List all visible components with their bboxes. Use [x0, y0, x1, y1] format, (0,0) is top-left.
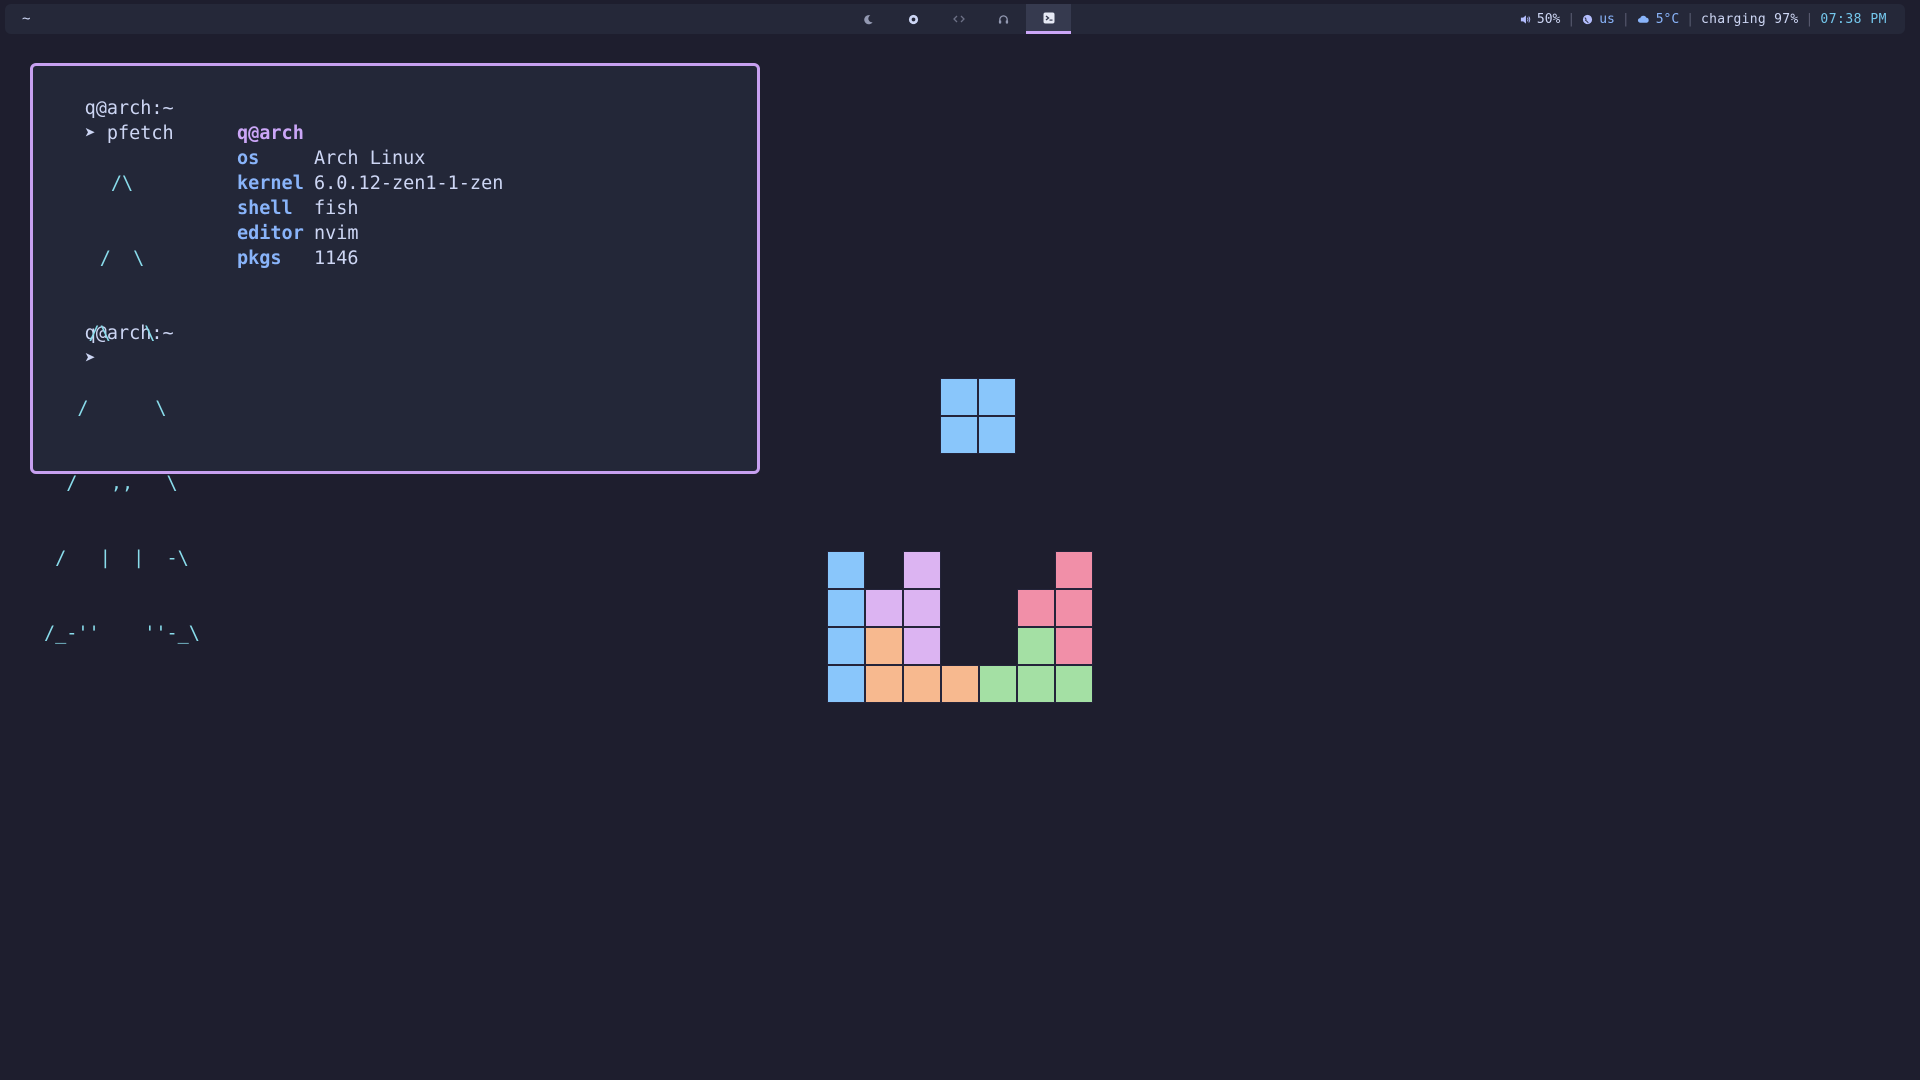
- tetris-block: [978, 416, 1016, 454]
- info-value: nvim: [314, 223, 359, 244]
- ascii-line: / \: [44, 248, 145, 269]
- system-info: q@arch os Arch Linux kernel 6.0.12-zen1-1-…: [237, 121, 503, 271]
- keyboard-layout[interactable]: us: [1599, 12, 1615, 27]
- tetris-block: [941, 665, 979, 703]
- tetris-block: [903, 551, 941, 589]
- info-value: 6.0.12-zen1-1-zen: [314, 173, 504, 194]
- workspace-1[interactable]: [846, 4, 891, 34]
- workspace-3[interactable]: [936, 4, 981, 34]
- info-value: Arch Linux: [314, 148, 426, 169]
- tetris-block: [1017, 589, 1055, 627]
- ascii-line: / ,, \: [44, 473, 178, 494]
- weather-temperature[interactable]: 5°C: [1656, 12, 1679, 27]
- tetris-block: [978, 378, 1016, 416]
- info-row-kernel: kernel 6.0.12-zen1-1-zen: [237, 171, 503, 196]
- info-key: pkgs: [237, 248, 282, 269]
- status-bar: ~ 50% | us | 5°C | charging 97% | 07:38 …: [5, 4, 1905, 34]
- tetris-block: [1055, 589, 1093, 627]
- info-row-editor: editor nvim: [237, 221, 503, 246]
- workspace-4[interactable]: [981, 4, 1026, 34]
- tetris-block: [865, 665, 903, 703]
- ascii-line: /_-'' ''-_\: [44, 623, 200, 644]
- terminal-window[interactable]: q@arch:~ ➤ pfetch /\ / \ /\ \ / \ / ,, \…: [30, 63, 760, 644]
- tetris-block: [903, 665, 941, 703]
- workspace-5[interactable]: [1026, 4, 1071, 34]
- headphones-icon: [998, 14, 1009, 24]
- info-key: kernel: [237, 173, 304, 194]
- tetris-block: [1055, 627, 1093, 665]
- tetris-block: [865, 589, 903, 627]
- tetris-block: [1017, 627, 1055, 665]
- separator: |: [1686, 11, 1695, 27]
- workspace-switcher: [846, 4, 1071, 34]
- tetris-block: [827, 589, 865, 627]
- arch-logo-ascii: /\ / \ /\ \ / \ / ,, \ / | | -\ /_-'' ''…: [44, 121, 200, 696]
- info-key: os: [237, 148, 260, 169]
- status-modules: 50% | us | 5°C | charging 97% | 07:38 PM: [1520, 4, 1887, 34]
- code-icon: [952, 15, 965, 23]
- pfetch-output: /\ / \ /\ \ / \ / ,, \ / | | -\ /_-'' ''…: [40, 121, 757, 644]
- volume-icon: [1520, 14, 1531, 25]
- volume-level[interactable]: 50%: [1537, 12, 1560, 27]
- info-row-shell: shell fish: [237, 196, 503, 221]
- tetris-block: [827, 551, 865, 589]
- ascii-line: /\ \: [44, 323, 156, 344]
- separator: |: [1621, 11, 1630, 27]
- tetris-block: [1055, 665, 1093, 703]
- tetris-block: [827, 665, 865, 703]
- separator: |: [1567, 11, 1576, 27]
- tetris-block: [865, 627, 903, 665]
- window-title: ~: [22, 11, 31, 27]
- tetris-block: [903, 589, 941, 627]
- prompt-line: q@arch:~: [40, 71, 757, 119]
- cloud-icon: [1637, 14, 1650, 24]
- terminal-icon: [1043, 12, 1054, 23]
- tetris-block: [1017, 665, 1055, 703]
- info-value: 1146: [314, 248, 359, 269]
- ascii-line: / \: [44, 398, 167, 419]
- battery-status[interactable]: charging 97%: [1701, 12, 1799, 27]
- tetris-block: [940, 416, 978, 454]
- globe-icon: [1582, 14, 1593, 25]
- info-key: editor: [237, 223, 304, 244]
- clock[interactable]: 07:38 PM: [1820, 12, 1887, 27]
- tetris-block: [1055, 551, 1093, 589]
- moon-icon: [864, 14, 873, 24]
- separator: |: [1805, 11, 1814, 27]
- fetch-host: q@arch: [237, 123, 304, 144]
- ascii-line: /\: [44, 173, 134, 194]
- prompt-path: :~: [151, 98, 174, 119]
- record-icon: [908, 14, 919, 24]
- info-row-pkgs: pkgs 1146: [237, 246, 503, 271]
- info-key: shell: [237, 198, 293, 219]
- ascii-line: / | | -\: [44, 548, 189, 569]
- tetris-block: [940, 378, 978, 416]
- info-row-os: os Arch Linux: [237, 146, 503, 171]
- tetris-block: [903, 627, 941, 665]
- tetris-block: [827, 627, 865, 665]
- prompt-user: q@arch: [84, 98, 152, 119]
- info-value: fish: [314, 198, 359, 219]
- tetris-block: [979, 665, 1017, 703]
- workspace-2[interactable]: [891, 4, 936, 34]
